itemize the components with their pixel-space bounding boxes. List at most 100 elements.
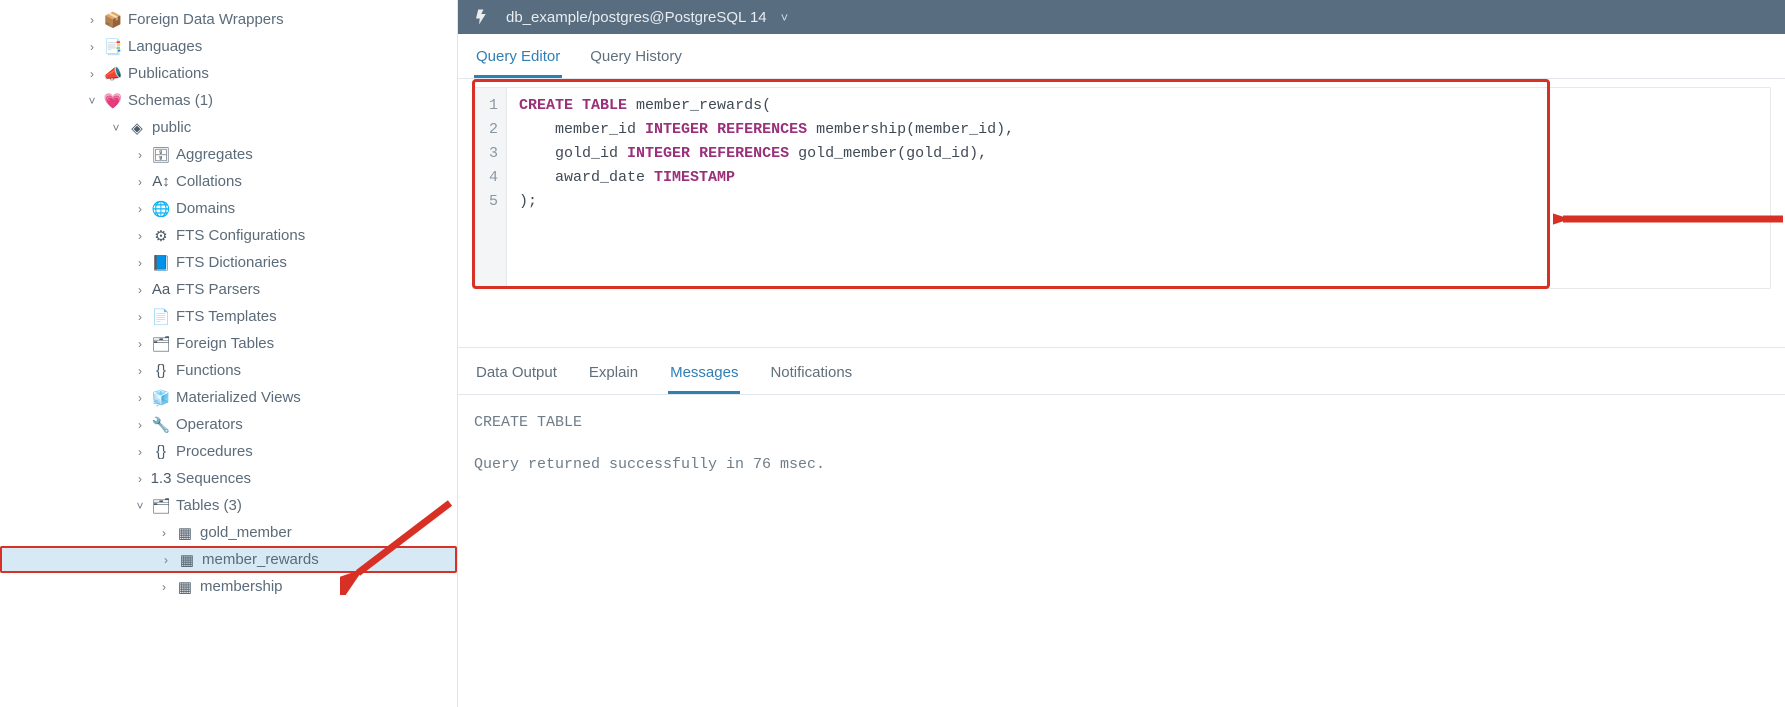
node-icon: 📣	[104, 65, 122, 83]
connection-title: db_example/postgres@PostgreSQL 14	[506, 9, 767, 26]
node-label: Functions	[176, 362, 241, 379]
node-label: Operators	[176, 416, 243, 433]
tab-messages[interactable]: Messages	[668, 360, 740, 394]
node-label: gold_member	[200, 524, 292, 541]
node-icon: ⚙	[152, 227, 170, 245]
tree-item-member-rewards[interactable]: ›▦member_rewards	[0, 546, 457, 573]
node-icon: ▦	[178, 551, 196, 569]
chevron-icon[interactable]: ›	[134, 148, 146, 162]
chevron-icon[interactable]: ›	[134, 418, 146, 432]
chevron-icon[interactable]: ›	[134, 202, 146, 216]
node-label: Collations	[176, 173, 242, 190]
node-icon: A↕	[152, 173, 170, 191]
chevron-icon[interactable]: ›	[134, 175, 146, 189]
node-label: Procedures	[176, 443, 253, 460]
tab-explain[interactable]: Explain	[587, 360, 640, 394]
chevron-icon[interactable]: ›	[86, 40, 98, 54]
tree-item-collations[interactable]: › A↕ Collations	[0, 168, 457, 195]
node-label: Languages	[128, 38, 202, 55]
node-icon: ▦	[176, 524, 194, 542]
chevron-icon[interactable]: ›	[160, 553, 172, 567]
tree-item-fts-configurations[interactable]: › ⚙ FTS Configurations	[0, 222, 457, 249]
node-label: Materialized Views	[176, 389, 301, 406]
node-label: Sequences	[176, 470, 251, 487]
tree-item-sequences[interactable]: › 1.3 Sequences	[0, 465, 457, 492]
editor-tabs: Query Editor Query History	[458, 34, 1785, 79]
tree-item-foreign-data-wrappers[interactable]: › 📦 Foreign Data Wrappers	[0, 6, 457, 33]
output-line-create: CREATE TABLE	[474, 409, 1769, 437]
tree-item-fts-dictionaries[interactable]: ›📘FTS Dictionaries	[0, 249, 457, 276]
node-icon: 📄	[152, 308, 170, 326]
node-icon: 🗂	[152, 497, 170, 515]
chevron-icon[interactable]: ›	[134, 391, 146, 405]
sql-editor[interactable]: 1 2 3 4 5 CREATE TABLE member_rewards( m…	[472, 87, 1771, 289]
node-label: Domains	[176, 200, 235, 217]
node-label: Schemas (1)	[128, 92, 213, 109]
tree-item-tables-3-[interactable]: ˅ 🗂 Tables (3)	[0, 492, 457, 519]
chevron-icon[interactable]: ›	[86, 13, 98, 27]
tab-query-history[interactable]: Query History	[588, 42, 684, 78]
chevron-icon[interactable]: ›	[158, 580, 170, 594]
node-label: membership	[200, 578, 283, 595]
tree-item-schemas-1-[interactable]: ˅ 💗 Schemas (1)	[0, 87, 457, 114]
chevron-icon[interactable]: ›	[134, 472, 146, 486]
tree-item-materialized-views[interactable]: › 🧊 Materialized Views	[0, 384, 457, 411]
node-label: Foreign Tables	[176, 335, 274, 352]
node-icon: 💗	[104, 92, 122, 110]
tree-item-operators[interactable]: › 🔧 Operators	[0, 411, 457, 438]
tree-item-publications[interactable]: ›📣Publications	[0, 60, 457, 87]
tree-item-domains[interactable]: › 🌐 Domains	[0, 195, 457, 222]
chevron-icon[interactable]: ›	[86, 67, 98, 81]
chevron-down-icon[interactable]: ˅	[781, 10, 789, 25]
node-icon: ▦	[176, 578, 194, 596]
node-label: Aggregates	[176, 146, 253, 163]
tree-item-procedures[interactable]: › {} Procedures	[0, 438, 457, 465]
chevron-icon[interactable]: ˅	[134, 499, 146, 513]
node-label: Tables (3)	[176, 497, 242, 514]
chevron-icon[interactable]: ›	[134, 283, 146, 297]
chevron-icon[interactable]: ›	[134, 229, 146, 243]
node-icon: 🧊	[152, 389, 170, 407]
tree-item-public[interactable]: ˅◈public	[0, 114, 457, 141]
node-label: public	[152, 119, 191, 136]
node-label: Foreign Data Wrappers	[128, 11, 284, 28]
query-tool-titlebar: db_example/postgres@PostgreSQL 14 ˅	[458, 0, 1785, 34]
tree-item-fts-templates[interactable]: › 📄 FTS Templates	[0, 303, 457, 330]
tab-notifications[interactable]: Notifications	[768, 360, 854, 394]
output-tabs: Data Output Explain Messages Notificatio…	[458, 348, 1785, 395]
chevron-icon[interactable]: ›	[134, 364, 146, 378]
node-label: FTS Parsers	[176, 281, 260, 298]
node-icon: 🗂	[152, 335, 170, 353]
chevron-icon[interactable]: ›	[158, 526, 170, 540]
tree-item-fts-parsers[interactable]: ›AaFTS Parsers	[0, 276, 457, 303]
node-icon: 🌐	[152, 200, 170, 218]
line-number-gutter: 1 2 3 4 5	[473, 88, 507, 288]
node-icon: 📦	[104, 11, 122, 29]
sql-code-area[interactable]: CREATE TABLE member_rewards( member_id I…	[507, 88, 1770, 288]
node-icon: 📑	[104, 38, 122, 56]
node-label: FTS Configurations	[176, 227, 305, 244]
main-panel: db_example/postgres@PostgreSQL 14 ˅ Quer…	[458, 0, 1785, 707]
object-browser-tree[interactable]: ›📦Foreign Data Wrappers›📑Languages›📣Publ…	[0, 0, 458, 707]
messages-output: CREATE TABLE Query returned successfully…	[458, 395, 1785, 493]
tab-data-output[interactable]: Data Output	[474, 360, 559, 394]
tree-item-functions[interactable]: ›{}Functions	[0, 357, 457, 384]
node-icon: 🔧	[152, 416, 170, 434]
chevron-icon[interactable]: ˅	[110, 121, 122, 135]
node-icon: {}	[152, 443, 170, 461]
chevron-icon[interactable]: ›	[134, 256, 146, 270]
tree-item-membership[interactable]: › ▦ membership	[0, 573, 457, 600]
chevron-icon[interactable]: ›	[134, 445, 146, 459]
chevron-icon[interactable]: ›	[134, 310, 146, 324]
lightning-icon	[472, 7, 492, 27]
node-icon: 1.3	[152, 470, 170, 488]
chevron-icon[interactable]: ›	[134, 337, 146, 351]
node-icon: 🗄	[152, 146, 170, 164]
tab-query-editor[interactable]: Query Editor	[474, 42, 562, 78]
tree-item-gold-member[interactable]: › ▦ gold_member	[0, 519, 457, 546]
chevron-icon[interactable]: ˅	[86, 94, 98, 108]
tree-item-languages[interactable]: › 📑 Languages	[0, 33, 457, 60]
node-label: FTS Templates	[176, 308, 277, 325]
tree-item-aggregates[interactable]: › 🗄 Aggregates	[0, 141, 457, 168]
tree-item-foreign-tables[interactable]: › 🗂 Foreign Tables	[0, 330, 457, 357]
